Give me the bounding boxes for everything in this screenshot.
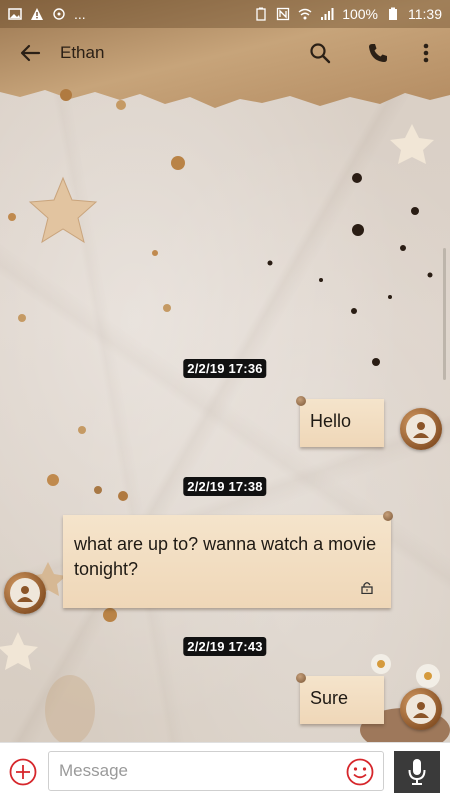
cast-icon bbox=[53, 8, 65, 20]
message-composer bbox=[0, 742, 450, 800]
battery-percent: 100% bbox=[342, 6, 378, 22]
search-icon bbox=[310, 43, 331, 64]
battery-saver-icon bbox=[256, 7, 266, 21]
warning-icon bbox=[31, 8, 43, 20]
clock: 11:39 bbox=[408, 6, 442, 22]
avatar[interactable] bbox=[400, 408, 442, 450]
wifi-icon bbox=[298, 8, 312, 20]
emoji-icon bbox=[346, 758, 374, 786]
back-arrow-icon bbox=[20, 44, 41, 62]
emoji-button[interactable] bbox=[345, 757, 375, 787]
search-button[interactable] bbox=[300, 33, 340, 73]
gallery-notification-icon bbox=[8, 8, 22, 20]
contact-name[interactable]: Ethan bbox=[60, 43, 300, 63]
gold-star-decoration bbox=[28, 176, 98, 244]
message-timestamp: 2/2/19 17:38 bbox=[183, 477, 267, 496]
avatar-person-icon bbox=[413, 702, 429, 718]
message-input[interactable] bbox=[48, 751, 384, 791]
message-text: Sure bbox=[310, 688, 349, 708]
message-timestamp: 2/2/19 17:43 bbox=[183, 637, 267, 656]
battery-icon bbox=[389, 7, 397, 20]
call-button[interactable] bbox=[358, 33, 398, 73]
attach-button[interactable] bbox=[8, 757, 38, 787]
conversation-toolbar: Ethan bbox=[0, 30, 450, 76]
status-bar: ... 100% 11:39 bbox=[0, 0, 450, 28]
status-right-icons: 100% 11:39 bbox=[254, 6, 442, 22]
message-timestamp: 2/2/19 17:36 bbox=[183, 359, 267, 378]
nfc-icon bbox=[277, 7, 290, 21]
back-button[interactable] bbox=[10, 33, 50, 73]
message-text: Hello bbox=[310, 411, 352, 431]
phone-icon bbox=[369, 44, 387, 62]
signal-icon bbox=[321, 8, 334, 20]
incoming-message-bubble[interactable]: what are up to? wanna watch a movie toni… bbox=[63, 515, 391, 608]
avatar[interactable] bbox=[4, 572, 46, 614]
message-text: what are up to? wanna watch a movie toni… bbox=[74, 534, 377, 579]
toolbar-actions bbox=[300, 33, 436, 73]
outgoing-message-bubble[interactable]: Sure bbox=[300, 676, 384, 724]
microphone-icon bbox=[408, 759, 426, 785]
more-notifications: ... bbox=[74, 6, 86, 22]
more-vertical-icon bbox=[423, 43, 429, 63]
pin-decoration bbox=[383, 511, 393, 521]
pin-decoration bbox=[296, 396, 306, 406]
status-left-icons: ... bbox=[8, 6, 86, 22]
pin-decoration bbox=[296, 673, 306, 683]
add-circle-icon bbox=[9, 758, 37, 786]
voice-input-button[interactable] bbox=[394, 751, 440, 793]
cream-star-decoration bbox=[390, 124, 434, 164]
more-options-button[interactable] bbox=[416, 33, 436, 73]
avatar-person-icon bbox=[413, 422, 429, 438]
outgoing-message-bubble[interactable]: Hello bbox=[300, 399, 384, 447]
lock-icon bbox=[361, 582, 373, 594]
avatar-person-icon bbox=[17, 586, 33, 602]
scrollbar-thumb[interactable] bbox=[443, 248, 446, 380]
cream-star-decoration bbox=[0, 632, 38, 670]
avatar[interactable] bbox=[400, 688, 442, 730]
